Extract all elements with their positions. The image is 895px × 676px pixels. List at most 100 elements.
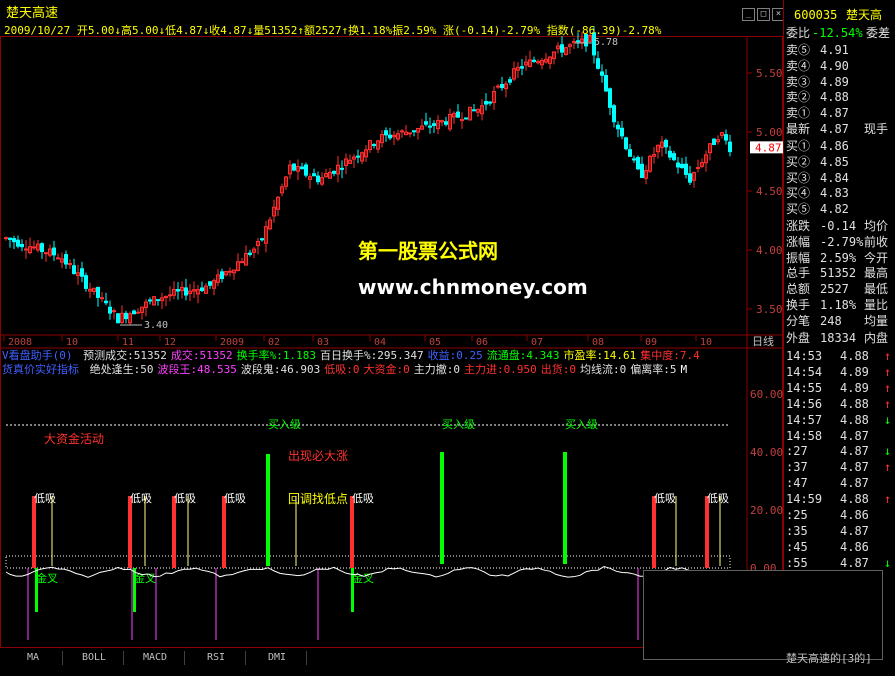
stock-name-short: 楚天高: [846, 8, 883, 22]
candle-body: [408, 132, 412, 135]
maximize-button[interactable]: □: [757, 8, 770, 21]
tick-direction: ↑: [884, 492, 892, 507]
tick-direction: ↓: [884, 444, 892, 459]
inner-label: 内盘: [864, 331, 889, 345]
candle-body: [388, 134, 392, 139]
outer-value: 18334: [820, 331, 857, 345]
stat-value: -2.79%: [820, 234, 864, 249]
date-axis-label: 12: [164, 337, 176, 348]
tab-rsi[interactable]: RSI: [187, 651, 246, 665]
tick-direction: ↑: [884, 364, 892, 379]
date-axis-label: 11: [122, 337, 134, 348]
candle-body: [472, 109, 476, 112]
sell-level-label: 卖⑤: [786, 43, 811, 57]
candle-body: [508, 79, 512, 83]
candle-body: [136, 311, 140, 314]
outer-label: 外盘: [786, 331, 811, 345]
candle-body: [640, 163, 644, 178]
indicator-name-1[interactable]: V看盘助手(0): [2, 349, 73, 362]
price-axis-label: 5.50: [756, 67, 783, 80]
kline-chart-svg[interactable]: 5.50 5.00 4.50 4.00 3.50 4.87 2008 10 11 12 2009 02…: [0, 0, 783, 648]
price-axis-label: 4.00: [756, 244, 783, 257]
date-axis-label: 03: [317, 337, 329, 348]
candle-body: [728, 141, 732, 153]
sell-level-price[interactable]: 4.89: [820, 75, 849, 89]
tab-ma[interactable]: MA: [4, 651, 63, 665]
tick-price: 4.87: [840, 555, 869, 570]
low-buy-bar: [222, 496, 226, 568]
candle-body: [80, 268, 84, 277]
tab-macd[interactable]: MACD: [126, 651, 185, 665]
candle-body: [260, 238, 264, 241]
buy-level-price[interactable]: 4.84: [820, 171, 849, 185]
watermark-url: www.chnmoney.com: [358, 275, 588, 299]
tick-price: 4.87: [840, 460, 869, 475]
tick-direction: ↓: [884, 555, 892, 570]
candle-body: [632, 158, 636, 161]
candle-body: [168, 294, 172, 297]
buy-level-price[interactable]: 4.85: [820, 155, 849, 169]
candle-body: [12, 238, 16, 243]
weibi-label: 委比: [786, 26, 811, 40]
candle-body: [56, 257, 60, 260]
candle-body: [184, 287, 188, 296]
candle-body: [664, 139, 668, 148]
stat-value: 51352: [820, 266, 857, 281]
indicator2-item: 主力撤:0: [413, 363, 460, 376]
date-axis-label: 2009: [220, 337, 244, 348]
buy-level-label: 买⑤: [786, 202, 811, 217]
candle-body: [488, 101, 492, 104]
sell-level-price[interactable]: 4.88: [820, 90, 849, 104]
indicator2-item: 主力进:0.950: [463, 363, 537, 376]
tick-price: 4.86: [840, 539, 869, 554]
price-axis-label: 4.50: [756, 185, 783, 198]
candle-body: [148, 299, 152, 302]
stat-value: 2.59%: [820, 250, 857, 265]
candle-body: [108, 306, 112, 314]
candle-body: [500, 83, 504, 89]
date-axis-label: 10: [66, 337, 78, 348]
candle-body: [612, 105, 616, 123]
tick-time: :35: [786, 523, 808, 538]
weibi-value: -12.54%: [812, 26, 863, 40]
tick-price: 4.87: [840, 428, 869, 443]
sell-level-price[interactable]: 4.87: [820, 106, 849, 120]
tab-dmi[interactable]: DMI: [248, 651, 307, 665]
candle-body: [200, 287, 204, 292]
tick-time: 14:53: [786, 349, 823, 363]
floating-popup-box: [643, 570, 883, 660]
candle-body: [424, 121, 428, 125]
weicha-label: 委差: [866, 26, 891, 40]
stat-label: 换手: [786, 298, 811, 312]
stat-right-label: 今开: [864, 250, 889, 265]
bottom-status-text[interactable]: 楚天高速的[3的]: [786, 650, 872, 666]
minimize-button[interactable]: _: [742, 8, 755, 21]
surge-signal: 出现必大涨: [288, 448, 348, 463]
indicator-name-2[interactable]: 货真价实好指标: [2, 363, 79, 376]
tick-price: 4.88: [840, 349, 869, 363]
buy-level-price[interactable]: 4.83: [820, 186, 849, 200]
candle-body: [616, 124, 620, 130]
period-label: 日线: [752, 334, 774, 348]
quote-panel: 600035 楚天高 委比 -12.54% 委差 卖⑤ 4.91 卖④ 4.90 卖③ 4…: [783, 0, 895, 648]
chart-area[interactable]: 5.50 5.00 4.50 4.00 3.50 4.87 2008 10 11 12 2009 02…: [0, 0, 783, 665]
buy-level-price[interactable]: 4.86: [820, 139, 849, 153]
low-buy-bar: [172, 496, 176, 568]
tab-boll[interactable]: BOLL: [65, 651, 124, 665]
stat-right-label: 均价: [864, 219, 889, 233]
candle-body: [684, 163, 688, 175]
stat-value: 1.18%: [820, 298, 857, 312]
low-buy-bar: [128, 496, 132, 568]
buy-bar: [266, 454, 270, 566]
candle-body: [624, 137, 628, 150]
sell-level-price[interactable]: 4.90: [820, 59, 849, 73]
candle-body: [680, 163, 684, 169]
date-axis-label: 08: [592, 337, 604, 348]
sell-level-price[interactable]: 4.91: [820, 43, 849, 57]
date-axis-label: 2008: [8, 337, 32, 348]
current-price-label: 4.87: [755, 141, 782, 154]
sell-level-label: 卖①: [786, 106, 811, 121]
candle-body: [332, 170, 336, 174]
tick-direction: ↑: [884, 396, 892, 411]
buy-level-price[interactable]: 4.82: [820, 202, 849, 216]
